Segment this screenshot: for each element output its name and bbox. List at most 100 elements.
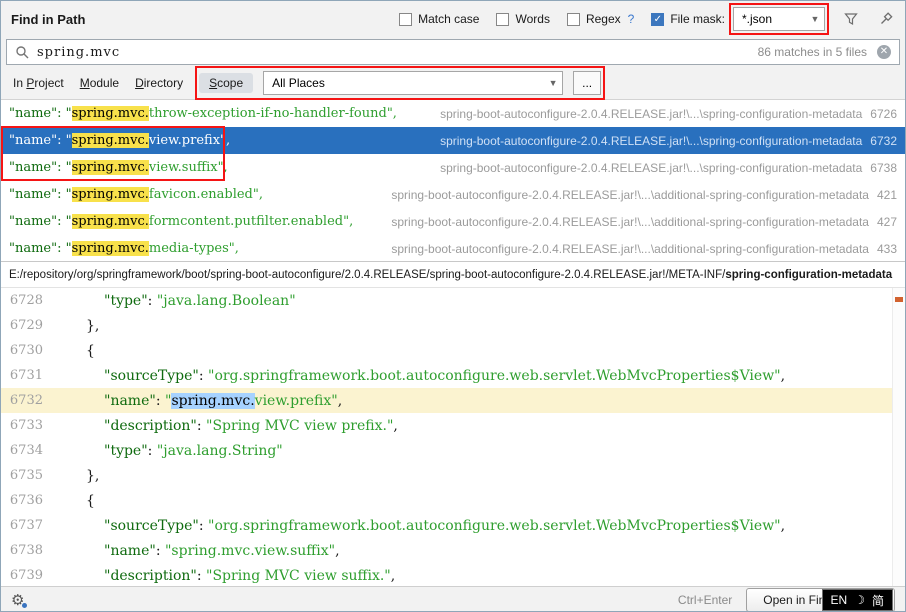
- scope-combobox[interactable]: All Places ▼: [263, 71, 563, 95]
- result-row[interactable]: "name": "spring.mvc.favicon.enabled",spr…: [1, 181, 905, 208]
- editor-scrollbar[interactable]: [892, 288, 905, 586]
- line-number: 6730: [1, 343, 59, 358]
- line-number: 6728: [1, 293, 59, 308]
- match-case-checkbox[interactable]: ✓ Match case: [399, 12, 479, 26]
- line-number: 6731: [1, 368, 59, 383]
- result-file-path: spring-boot-autoconfigure-2.0.4.RELEASE.…: [391, 242, 869, 256]
- code-line[interactable]: 6736{: [1, 488, 905, 513]
- gear-icon[interactable]: ⚙: [11, 593, 24, 608]
- code-text: "type": "java.lang.String": [59, 443, 283, 459]
- code-line[interactable]: 6729},: [1, 313, 905, 338]
- words-checkbox-box[interactable]: ✓: [496, 13, 509, 26]
- result-row[interactable]: "name": "spring.mvc.throw-exception-if-n…: [1, 100, 905, 127]
- result-snippet: "name": "spring.mvc.media-types",: [9, 241, 239, 256]
- breadcrumb-path: E:/repository/org/springframework/boot/s…: [9, 269, 725, 281]
- code-text: "description": "Spring MVC view prefix."…: [59, 418, 398, 434]
- scope-tab-module[interactable]: Module: [80, 76, 119, 90]
- code-line[interactable]: 6733"description": "Spring MVC view pref…: [1, 413, 905, 438]
- line-number: 6736: [1, 493, 59, 508]
- chevron-down-icon[interactable]: ▼: [806, 14, 824, 24]
- result-row[interactable]: "name": "spring.mvc.media-types", spring-…: [1, 235, 905, 261]
- shortcut-hint: Ctrl+Enter: [678, 593, 732, 607]
- scope-browse-button[interactable]: ...: [573, 71, 601, 95]
- search-icon[interactable]: [15, 45, 30, 60]
- code-line[interactable]: 6728"type": "java.lang.Boolean": [1, 288, 905, 313]
- code-line[interactable]: 6738"name": "spring.mvc.view.suffix",: [1, 538, 905, 563]
- search-options: ✓ Match case ✓ Words ✓ Regex ? ✓ File ma…: [399, 7, 895, 31]
- scope-tabs: In Project Module Directory: [13, 76, 183, 90]
- result-snippet: "name": "spring.mvc.view.prefix",: [9, 133, 230, 148]
- result-line-number: 433: [877, 242, 897, 256]
- words-label: Words: [515, 12, 549, 26]
- clear-search-button[interactable]: ✕: [877, 45, 891, 59]
- code-text: },: [59, 468, 99, 484]
- match-highlight: spring.mvc.: [72, 241, 149, 256]
- code-line[interactable]: 6734"type": "java.lang.String": [1, 438, 905, 463]
- code-line[interactable]: 6735},: [1, 463, 905, 488]
- pin-icon: [879, 12, 893, 26]
- code-line[interactable]: 6730{: [1, 338, 905, 363]
- pin-button[interactable]: [877, 10, 895, 28]
- code-text: {: [59, 493, 95, 509]
- code-text: {: [59, 343, 95, 359]
- file-mask-checkbox-box[interactable]: ✓: [651, 13, 664, 26]
- code-preview-editor[interactable]: 6728"type": "java.lang.Boolean"6729},673…: [1, 287, 905, 586]
- code-line[interactable]: 6739"description": "Spring MVC view suff…: [1, 563, 905, 586]
- line-number: 6733: [1, 418, 59, 433]
- filter-button[interactable]: [842, 10, 860, 28]
- code-text: "sourceType": "org.springframework.boot.…: [59, 368, 785, 384]
- scope-selected-slot: Scope: [199, 73, 253, 93]
- result-file-path: spring-boot-autoconfigure-2.0.4.RELEASE.…: [440, 107, 862, 121]
- regex-checkbox-box[interactable]: ✓: [567, 13, 580, 26]
- regex-help-link[interactable]: ?: [628, 12, 635, 26]
- result-line-number: 6732: [870, 134, 897, 148]
- result-snippet: "name": "spring.mvc.view.suffix",: [9, 160, 228, 175]
- result-file-path: spring-boot-autoconfigure-2.0.4.RELEASE.…: [440, 134, 862, 148]
- ime-script: 简: [872, 592, 884, 609]
- words-checkbox[interactable]: ✓ Words: [496, 12, 549, 26]
- code-line[interactable]: 6732"name": "spring.mvc.view.prefix",: [1, 388, 905, 413]
- scope-bar: In Project Module Directory Scope All Plac…: [1, 67, 905, 99]
- chevron-down-icon[interactable]: ▼: [544, 78, 562, 88]
- result-line-number: 6726: [870, 107, 897, 121]
- file-mask-label: File mask:: [670, 12, 725, 26]
- match-case-checkbox-box[interactable]: ✓: [399, 13, 412, 26]
- line-number: 6738: [1, 543, 59, 558]
- result-snippet: "name": "spring.mvc.throw-exception-if-n…: [9, 106, 397, 121]
- file-mask-annotation-wrap: *.json ▼: [733, 7, 825, 31]
- line-number: 6732: [1, 393, 59, 408]
- match-highlight: spring.mvc.: [72, 106, 149, 121]
- regex-checkbox[interactable]: ✓ Regex ?: [567, 12, 634, 26]
- ime-halfwidth-moon-icon: ☽: [854, 593, 865, 607]
- scope-tab-scope[interactable]: Scope: [199, 73, 253, 93]
- result-snippet: "name": "spring.mvc.formcontent.putfilte…: [9, 214, 353, 229]
- breadcrumb-file: spring-configuration-metadata: [725, 269, 892, 281]
- find-in-path-dialog: Find in Path ✓ Match case ✓ Words ✓ Rege…: [0, 0, 906, 612]
- code-line[interactable]: 6731"sourceType": "org.springframework.b…: [1, 363, 905, 388]
- code-text: },: [59, 318, 99, 334]
- file-mask-combobox[interactable]: *.json ▼: [733, 7, 825, 31]
- file-mask-checkbox[interactable]: ✓ File mask:: [651, 12, 725, 26]
- code-lines: 6728"type": "java.lang.Boolean"6729},673…: [1, 288, 905, 586]
- scope-value: All Places: [264, 76, 544, 90]
- code-text: "description": "Spring MVC view suffix."…: [59, 568, 395, 584]
- code-line[interactable]: 6737"sourceType": "org.springframework.b…: [1, 513, 905, 538]
- ime-indicator[interactable]: EN ☽ 简: [822, 589, 893, 611]
- line-number: 6737: [1, 518, 59, 533]
- match-case-label: Match case: [418, 12, 479, 26]
- match-count: 86 matches in 5 files: [758, 45, 867, 59]
- result-row[interactable]: "name": "spring.mvc.formcontent.putfilte…: [1, 208, 905, 235]
- search-input[interactable]: spring.mvc 86 matches in 5 files ✕: [6, 39, 900, 65]
- result-row[interactable]: "name": "spring.mvc.view.prefix", spring-…: [1, 127, 905, 154]
- funnel-icon: [844, 12, 858, 26]
- breadcrumb[interactable]: E:/repository/org/springframework/boot/s…: [1, 261, 905, 287]
- scope-tab-in-project[interactable]: In Project: [13, 76, 64, 90]
- result-file-path: spring-boot-autoconfigure-2.0.4.RELEASE.…: [440, 161, 862, 175]
- line-number: 6735: [1, 468, 59, 483]
- line-number: 6729: [1, 318, 59, 333]
- result-line-number: 6738: [870, 161, 897, 175]
- result-row[interactable]: "name": "spring.mvc.view.suffix", spring-…: [1, 154, 905, 181]
- search-row: spring.mvc 86 matches in 5 files ✕: [1, 37, 905, 67]
- scope-tab-directory[interactable]: Directory: [135, 76, 183, 90]
- error-stripe-mark[interactable]: [895, 297, 903, 302]
